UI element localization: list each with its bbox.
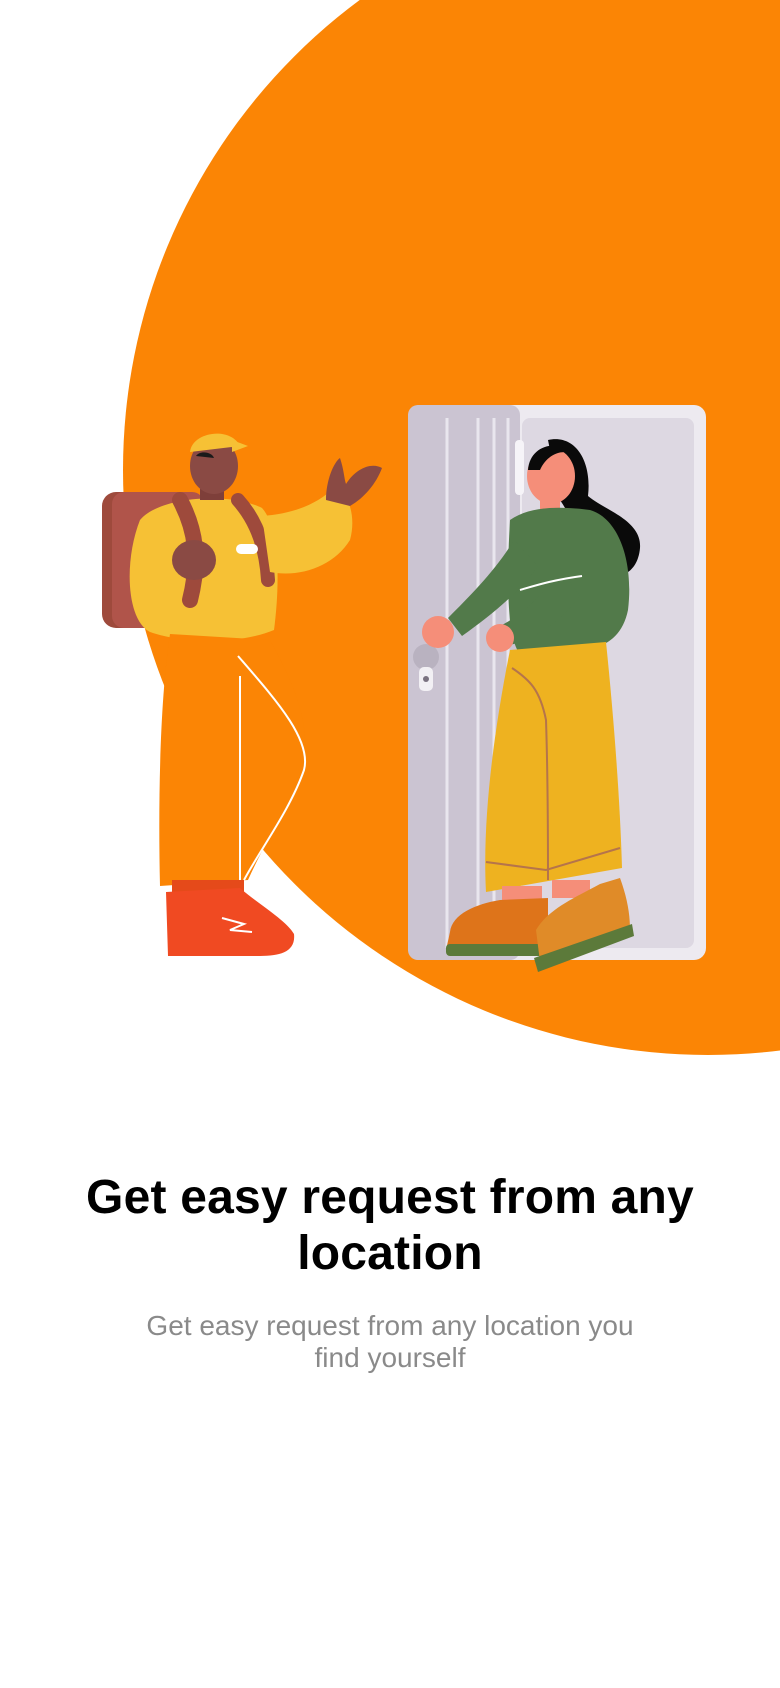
- onboarding-headline: Get easy request from any location: [86, 1171, 694, 1280]
- onboarding-subtitle: Get easy request from any location you f…: [146, 1310, 634, 1373]
- onboarding-illustration: [0, 0, 780, 1080]
